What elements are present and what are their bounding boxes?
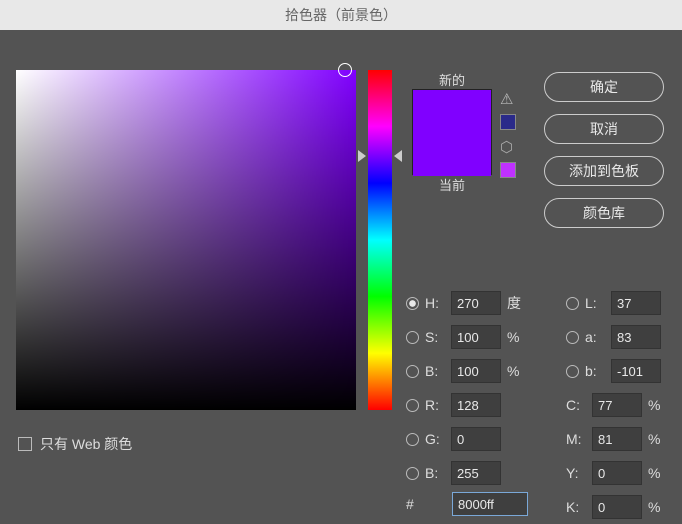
saturation-brightness-field[interactable] (16, 70, 356, 410)
button-column: 确定 取消 添加到色板 颜色库 (544, 72, 664, 240)
hash-label: # (406, 496, 452, 512)
h-input[interactable] (451, 291, 501, 315)
m-input[interactable] (592, 427, 642, 451)
a-radio[interactable] (566, 331, 579, 344)
b-label: B: (425, 363, 451, 379)
h-unit: 度 (507, 293, 521, 313)
m-unit: % (648, 431, 662, 447)
s-label: S: (425, 329, 451, 345)
h-radio[interactable] (406, 297, 419, 310)
web-only-checkbox[interactable] (18, 437, 32, 451)
color-libraries-button[interactable]: 颜色库 (544, 198, 664, 228)
h-label: H: (425, 295, 451, 311)
b-unit: % (507, 363, 521, 379)
b-input[interactable] (451, 359, 501, 383)
lab-b-input[interactable] (611, 359, 661, 383)
l-input[interactable] (611, 291, 661, 315)
g-label: G: (425, 431, 451, 447)
bl-label: B: (425, 465, 451, 481)
warning-column: ⚠ ⬡ (500, 90, 516, 186)
g-radio[interactable] (406, 433, 419, 446)
s-input[interactable] (451, 325, 501, 349)
web-only-row: 只有 Web 颜色 (18, 434, 132, 454)
hex-input[interactable] (452, 492, 528, 516)
r-radio[interactable] (406, 399, 419, 412)
sb-cursor[interactable] (338, 63, 352, 77)
a-input[interactable] (611, 325, 661, 349)
m-label: M: (566, 431, 592, 447)
add-to-swatches-button[interactable]: 添加到色板 (544, 156, 664, 186)
websafe-warning-icon[interactable]: ⬡ (500, 138, 516, 154)
new-color-label: 新的 (412, 70, 492, 89)
ok-button[interactable]: 确定 (544, 72, 664, 102)
y-unit: % (648, 465, 662, 481)
l-radio[interactable] (566, 297, 579, 310)
c-unit: % (648, 397, 662, 413)
r-label: R: (425, 397, 451, 413)
c-input[interactable] (592, 393, 642, 417)
k-input[interactable] (592, 495, 642, 519)
websafe-warning-swatch[interactable] (500, 162, 516, 178)
s-unit: % (507, 329, 521, 345)
hex-row: # (406, 492, 528, 516)
a-label: a: (585, 329, 611, 345)
y-label: Y: (566, 465, 592, 481)
hue-arrow-right-icon (394, 150, 402, 162)
y-input[interactable] (592, 461, 642, 485)
b-radio[interactable] (406, 365, 419, 378)
window-title: 拾色器（前景色） (285, 7, 397, 23)
hue-slider[interactable] (368, 70, 392, 410)
g-input[interactable] (451, 427, 501, 451)
lab-b-label: b: (585, 363, 611, 379)
bl-radio[interactable] (406, 467, 419, 480)
c-label: C: (566, 397, 592, 413)
hue-arrow-left-icon (358, 150, 366, 162)
web-only-label: 只有 Web 颜色 (40, 434, 132, 454)
dialog-body: 新的 当前 ⚠ ⬡ 确定 取消 添加到色板 颜色库 H: 度 S:% B:% R:… (0, 30, 682, 500)
bl-input[interactable] (451, 461, 501, 485)
r-input[interactable] (451, 393, 501, 417)
title-bar: 拾色器（前景色） (0, 0, 682, 30)
gamut-warning-swatch[interactable] (500, 114, 516, 130)
gamut-warning-icon[interactable]: ⚠ (500, 90, 516, 106)
l-label: L: (585, 295, 611, 311)
k-label: K: (566, 499, 592, 515)
k-unit: % (648, 499, 662, 515)
swatch-box (412, 89, 492, 175)
lab-b-radio[interactable] (566, 365, 579, 378)
s-radio[interactable] (406, 331, 419, 344)
current-color-swatch[interactable] (413, 146, 491, 176)
new-color-swatch[interactable] (413, 90, 491, 146)
current-color-label: 当前 (412, 175, 492, 194)
cancel-button[interactable]: 取消 (544, 114, 664, 144)
